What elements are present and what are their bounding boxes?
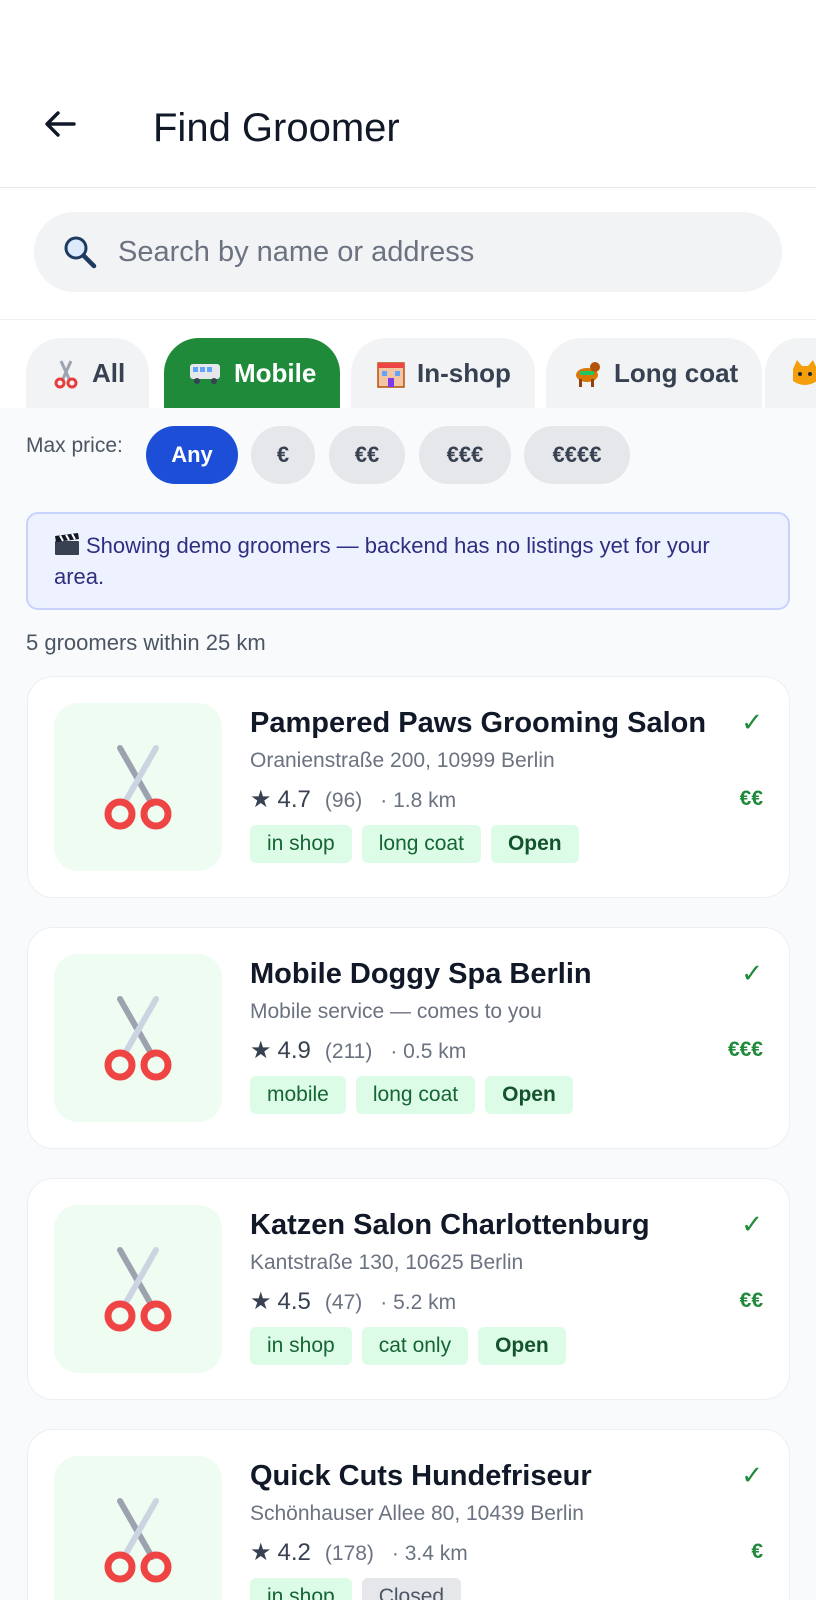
review-count: (211) (324, 1040, 373, 1063)
tag: in shop (250, 1578, 352, 1600)
groomer-card[interactable]: Pampered Paws Grooming Salon Oranienstra… (27, 676, 790, 898)
price-2-button[interactable]: €€ (329, 426, 405, 484)
chip-label: In-shop (417, 357, 511, 388)
price-filter: Max price: Any € €€ €€€ €€€€ (0, 408, 816, 500)
back-button[interactable] (36, 100, 84, 148)
chip-label: Mobile (234, 357, 317, 388)
status-badge: Open (485, 1076, 573, 1114)
chip-label: All (92, 357, 126, 388)
scissors-icon (50, 357, 82, 389)
groomer-name: Quick Cuts Hundefriseur (250, 1460, 592, 1492)
chip-long-coat[interactable]: Long coat (546, 338, 763, 408)
cat-icon (789, 357, 816, 389)
scissors-icon (104, 1498, 172, 1583)
demo-banner: Showing demo groomers — backend has no l… (26, 512, 790, 610)
tag: in shop (250, 1327, 352, 1365)
groomer-card[interactable]: Mobile Doggy Spa Berlin Mobile service —… (27, 927, 790, 1149)
scissors-icon (104, 1247, 172, 1332)
groomer-thumbnail (54, 1205, 222, 1373)
review-count: (96) (324, 789, 363, 812)
price-level: € (751, 1540, 763, 1563)
price-level: €€€ (727, 1038, 763, 1061)
tag: long coat (355, 1076, 476, 1114)
rating-row: ★ 4.7 (96) · 1.8 km (250, 785, 456, 814)
verified-check-icon: ✓ (741, 707, 763, 737)
chip-cat[interactable] (765, 338, 816, 408)
distance: · 1.8 km (380, 789, 457, 812)
star-icon: ★ (250, 1539, 272, 1566)
search-icon (58, 230, 102, 274)
filter-chips: All Mobile In-shop Long coat (0, 320, 816, 408)
review-count: (178) (324, 1542, 374, 1565)
price-4-button[interactable]: €€€€ (524, 426, 630, 484)
groomer-address: Kantstraße 130, 10625 Berlin (250, 1251, 524, 1274)
results-count: 5 groomers within 25 km (26, 630, 266, 655)
rating-row: ★ 4.9 (211) · 0.5 km (250, 1036, 466, 1065)
price-level: €€ (739, 1289, 763, 1312)
scissors-icon (104, 745, 172, 830)
star-icon: ★ (250, 786, 272, 813)
rating-value: 4.9 (277, 1037, 311, 1064)
rating-row: ★ 4.2 (178) · 3.4 km (250, 1538, 468, 1567)
status-badge: Open (478, 1327, 566, 1365)
distance: · 0.5 km (390, 1040, 467, 1063)
tag-list: mobile long coat Open (250, 1076, 583, 1114)
chip-in-shop[interactable]: In-shop (351, 338, 535, 408)
tag: mobile (250, 1076, 346, 1114)
tag: long coat (361, 825, 481, 863)
groomer-address: Oranienstraße 200, 10999 Berlin (250, 749, 555, 772)
price-level: €€ (739, 787, 763, 810)
star-icon: ★ (250, 1037, 272, 1064)
tag-list: in shop Closed (250, 1578, 471, 1600)
dog-icon (570, 357, 604, 389)
price-label: Max price: (26, 434, 123, 457)
groomer-name: Katzen Salon Charlottenburg (250, 1209, 650, 1241)
verified-check-icon: ✓ (741, 1209, 763, 1239)
rating-value: 4.7 (277, 786, 311, 813)
chip-mobile[interactable]: Mobile (164, 338, 341, 408)
search-section (0, 188, 816, 320)
groomer-thumbnail (54, 1456, 222, 1600)
van-icon (188, 359, 224, 387)
tag-list: in shop cat only Open (250, 1327, 576, 1365)
verified-check-icon: ✓ (741, 1460, 763, 1490)
chip-label: Long coat (614, 357, 739, 388)
price-1-button[interactable]: € (251, 426, 315, 484)
banner-text: Showing demo groomers — backend has no l… (54, 533, 710, 589)
page-title: Find Groomer (153, 106, 400, 150)
groomer-card[interactable]: Quick Cuts Hundefriseur Schönhauser Alle… (27, 1429, 790, 1600)
groomer-thumbnail (54, 954, 222, 1122)
search-box[interactable] (34, 212, 782, 292)
groomer-card[interactable]: Katzen Salon Charlottenburg Kantstraße 1… (27, 1178, 790, 1400)
tag-list: in shop long coat Open (250, 825, 589, 863)
groomer-name: Mobile Doggy Spa Berlin (250, 958, 592, 990)
tag: in shop (250, 825, 352, 863)
groomer-name: Pampered Paws Grooming Salon (250, 707, 707, 739)
distance: · 5.2 km (380, 1291, 457, 1314)
price-any-button[interactable]: Any (146, 426, 238, 484)
clapper-icon (54, 532, 80, 563)
star-icon: ★ (250, 1288, 272, 1315)
verified-check-icon: ✓ (741, 958, 763, 988)
arrow-left-icon (45, 111, 76, 137)
chip-all[interactable]: All (26, 338, 150, 408)
search-input[interactable] (118, 235, 782, 269)
status-badge: Open (490, 825, 579, 863)
shop-icon (375, 357, 407, 389)
tag: cat only (361, 1327, 469, 1365)
scissors-icon (104, 996, 172, 1081)
status-badge: Closed (361, 1578, 462, 1600)
groomer-thumbnail (54, 703, 222, 871)
rating-value: 4.2 (277, 1539, 311, 1566)
price-3-button[interactable]: €€€ (419, 426, 511, 484)
groomer-address: Schönhauser Allee 80, 10439 Berlin (250, 1502, 584, 1525)
distance: · 3.4 km (391, 1542, 468, 1565)
rating-row: ★ 4.5 (47) · 5.2 km (250, 1287, 456, 1316)
groomer-address: Mobile service — comes to you (250, 1000, 542, 1023)
rating-value: 4.5 (277, 1288, 311, 1315)
review-count: (47) (324, 1291, 363, 1314)
app-bar: Find Groomer (0, 0, 816, 188)
